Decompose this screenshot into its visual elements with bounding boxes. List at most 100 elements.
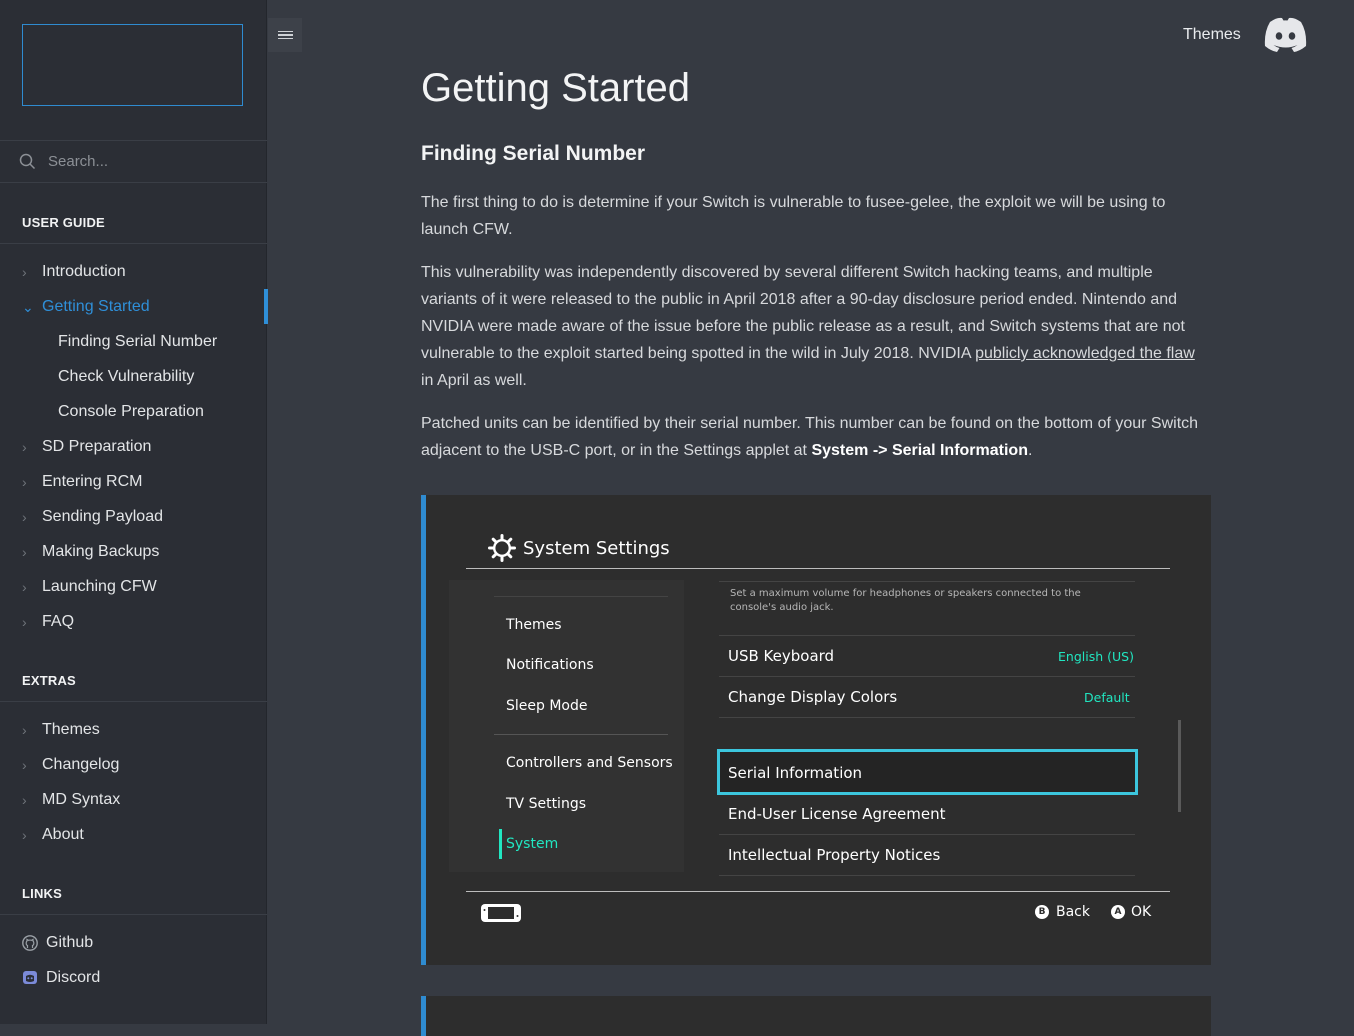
row-label-ip-notices[interactable]: Intellectual Property Notices <box>728 846 940 864</box>
divider <box>0 914 267 915</box>
divider <box>719 581 1135 582</box>
chevron-right-icon: › <box>22 474 27 490</box>
row-label-display-colors[interactable]: Change Display Colors <box>728 688 897 706</box>
chevron-right-icon: › <box>22 264 27 280</box>
chevron-right-icon: › <box>22 757 27 773</box>
nav-label: Finding Serial Number <box>58 333 218 350</box>
a-button-icon: A <box>1111 905 1125 919</box>
switch-menu-item-sleep-mode[interactable]: Sleep Mode <box>506 698 587 714</box>
ok-button[interactable]: OK <box>1131 904 1151 920</box>
nav-item-getting-started[interactable]: ⌄ Getting Started <box>0 292 267 322</box>
nav-label: Console Preparation <box>58 403 204 420</box>
switch-settings-screenshot: System Settings Themes Notifications Sle… <box>421 495 1211 965</box>
nav-item-launching-cfw[interactable]: › Launching CFW <box>0 572 267 602</box>
switch-console-icon <box>481 904 521 922</box>
nav-item-entering-rcm[interactable]: › Entering RCM <box>0 467 267 497</box>
nav-label: Introduction <box>42 263 126 280</box>
link-github[interactable]: Github <box>22 930 93 956</box>
divider <box>719 635 1135 636</box>
serial-information-row[interactable]: Serial Information <box>717 749 1138 795</box>
link-label: Discord <box>46 969 101 986</box>
section-title-user-guide: USER GUIDE <box>22 215 105 230</box>
chevron-right-icon: › <box>22 722 27 738</box>
switch-menu-item-system[interactable]: System <box>506 836 558 852</box>
nav-label: MD Syntax <box>42 791 121 808</box>
divider <box>494 734 668 735</box>
search-bar[interactable] <box>0 140 267 183</box>
divider <box>494 596 668 597</box>
chevron-right-icon: › <box>22 579 27 595</box>
nav-label: SD Preparation <box>42 438 152 455</box>
link-discord[interactable]: Discord <box>22 965 100 991</box>
nav-label: About <box>42 826 84 843</box>
paragraph-text: in April as well. <box>421 372 527 389</box>
gear-icon <box>488 534 516 562</box>
nav-label: Entering RCM <box>42 473 143 490</box>
chevron-right-icon: › <box>22 509 27 525</box>
chevron-right-icon: › <box>22 792 27 808</box>
github-icon <box>22 935 38 951</box>
paragraph-text: . <box>1027 442 1033 459</box>
switch-menu-item-tv-settings[interactable]: TV Settings <box>506 796 586 812</box>
search-icon <box>19 153 36 170</box>
nav-subitem-console-preparation[interactable]: Console Preparation <box>0 397 267 427</box>
nav-label: Getting Started <box>42 298 150 315</box>
sidebar: USER GUIDE › Introduction ⌄ Getting Star… <box>0 0 268 1024</box>
paragraph-vulnerability: This vulnerability was independently dis… <box>421 259 1211 394</box>
search-input[interactable] <box>46 152 250 171</box>
nav-label: Making Backups <box>42 543 160 560</box>
discord-icon <box>23 971 37 984</box>
divider <box>0 701 267 702</box>
settings-path: System -> Serial Information <box>811 442 1028 459</box>
row-label-eula[interactable]: End-User License Agreement <box>728 805 946 823</box>
nav-item-faq[interactable]: › FAQ <box>0 607 267 637</box>
nav-label: Themes <box>42 721 100 738</box>
volume-note: Set a maximum volume for headphones or s… <box>730 588 1081 613</box>
row-label-usb-keyboard[interactable]: USB Keyboard <box>728 647 834 665</box>
site-logo[interactable] <box>22 24 243 106</box>
switch-menu-item-controllers[interactable]: Controllers and Sensors <box>506 755 673 771</box>
header-themes-link[interactable]: Themes <box>1183 26 1241 44</box>
link-label: Github <box>46 934 94 951</box>
nav-subitem-check-vulnerability[interactable]: Check Vulnerability <box>0 362 267 392</box>
b-button-icon: B <box>1035 905 1049 919</box>
back-button[interactable]: Back <box>1056 904 1090 920</box>
nvidia-flaw-link[interactable]: publicly acknowledged the flaw <box>975 345 1195 362</box>
nav-subitem-finding-serial-number[interactable]: Finding Serial Number <box>0 327 267 357</box>
nav-item-md-syntax[interactable]: › MD Syntax <box>0 785 267 815</box>
paragraph-text: Patched units can be identified by their… <box>421 415 1199 459</box>
switch-menu-item-themes[interactable]: Themes <box>506 617 562 633</box>
nav-item-changelog[interactable]: › Changelog <box>0 750 267 780</box>
divider <box>466 891 1170 892</box>
nav-item-making-backups[interactable]: › Making Backups <box>0 537 267 567</box>
scrollbar[interactable] <box>1178 720 1181 812</box>
paragraph-patched: Patched units can be identified by their… <box>421 410 1211 464</box>
nav-item-sd-preparation[interactable]: › SD Preparation <box>0 432 267 462</box>
switch-menu-item-notifications[interactable]: Notifications <box>506 657 594 673</box>
paragraph-intro: The first thing to do is determine if yo… <box>421 194 1166 238</box>
divider <box>719 676 1135 677</box>
divider <box>719 717 1135 718</box>
section-heading: Finding Serial Number <box>421 142 646 165</box>
hamburger-icon <box>277 29 293 42</box>
chevron-right-icon: › <box>22 439 27 455</box>
section-title-extras: EXTRAS <box>22 673 76 688</box>
nav-item-themes[interactable]: › Themes <box>0 715 267 745</box>
nav-item-sending-payload[interactable]: › Sending Payload <box>0 502 267 532</box>
nav-label: Check Vulnerability <box>58 368 195 385</box>
discord-icon[interactable] <box>1262 16 1309 54</box>
chevron-down-icon: ⌄ <box>22 298 34 315</box>
nav-label: FAQ <box>42 613 75 630</box>
chevron-right-icon: › <box>22 614 27 630</box>
next-screenshot-block <box>421 996 1211 1036</box>
row-value-usb-keyboard: English (US) <box>1058 649 1134 664</box>
nav-label: Changelog <box>42 756 120 773</box>
nav-label: Launching CFW <box>42 578 157 595</box>
row-value-display-colors: Default <box>1084 690 1130 705</box>
nav-item-introduction[interactable]: › Introduction <box>0 257 267 287</box>
divider <box>466 568 1170 569</box>
row-label-serial-information: Serial Information <box>728 764 863 782</box>
nav-item-about[interactable]: › About <box>0 820 267 850</box>
menu-toggle-button[interactable] <box>268 18 302 52</box>
chevron-right-icon: › <box>22 827 27 843</box>
